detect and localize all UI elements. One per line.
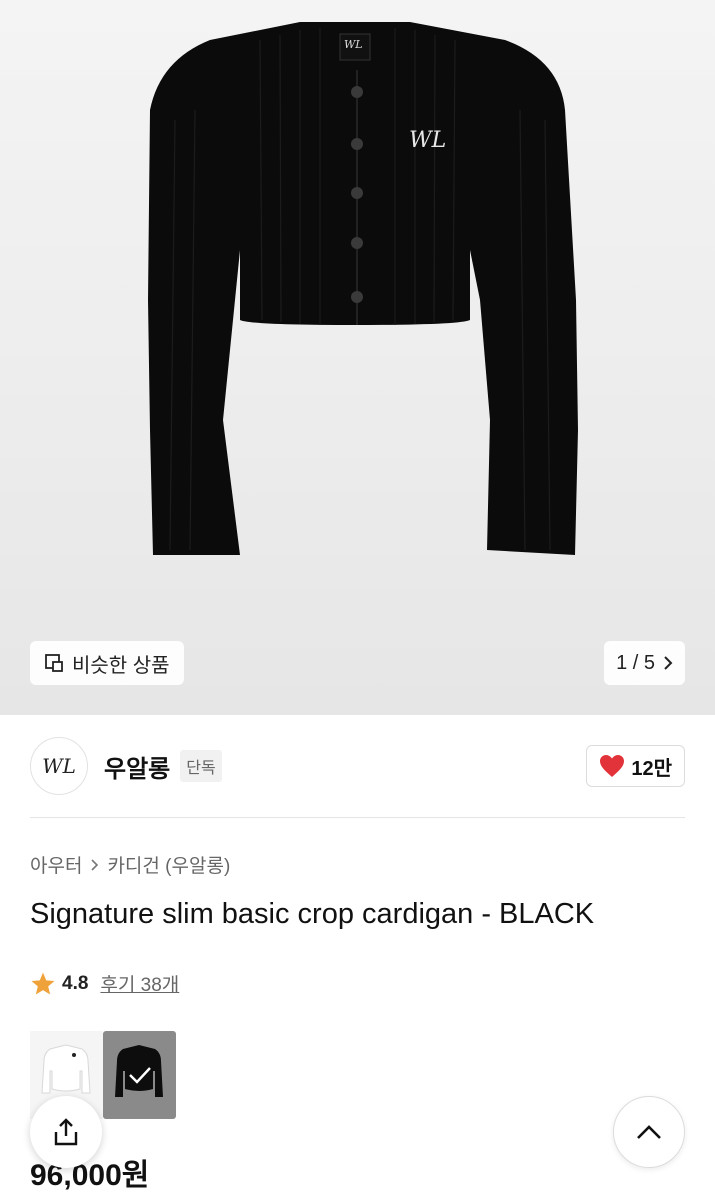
- product-image: [148, 22, 578, 555]
- reviews-link[interactable]: 후기 38개: [100, 970, 179, 997]
- brand-name[interactable]: 우알롱: [104, 749, 170, 784]
- check-icon: [129, 1067, 151, 1084]
- heart-icon: [600, 755, 625, 777]
- like-button[interactable]: 12만: [586, 745, 685, 787]
- chevron-right-icon: [91, 858, 99, 871]
- brand-row: WL 우알롱 단독 12만: [30, 737, 685, 795]
- rating-row: 4.8 후기 38개: [30, 970, 179, 997]
- image-page-counter[interactable]: 1 / 5: [604, 641, 685, 685]
- brand-logo[interactable]: WL: [30, 737, 88, 795]
- star-icon: [31, 972, 55, 995]
- exclusive-badge: 단독: [180, 750, 222, 782]
- breadcrumb-category[interactable]: 아우터: [30, 851, 82, 878]
- chevron-up-icon: [637, 1125, 661, 1139]
- page-counter-text: 1 / 5: [616, 651, 655, 674]
- color-option-black[interactable]: [103, 1031, 176, 1119]
- similar-items-icon: [45, 654, 63, 672]
- chest-logo: WL: [409, 128, 447, 153]
- share-button[interactable]: [30, 1096, 102, 1168]
- brand-logo-text: WL: [42, 754, 76, 778]
- share-icon: [54, 1118, 78, 1146]
- divider: [30, 817, 685, 818]
- rating-value: 4.8: [62, 972, 89, 994]
- product-title: Signature slim basic crop cardigan - BLA…: [30, 898, 595, 930]
- like-count: 12만: [631, 757, 672, 780]
- chevron-right-icon: [664, 656, 673, 670]
- scroll-to-top-button[interactable]: [613, 1096, 685, 1168]
- breadcrumb-subcategory[interactable]: 카디건 (우알롱): [107, 851, 230, 878]
- similar-items-button[interactable]: 비슷한 상품: [30, 641, 184, 685]
- similar-items-label: 비슷한 상품: [72, 654, 170, 677]
- breadcrumb: 아우터 카디건 (우알롱): [30, 851, 230, 878]
- neck-label-logo: WL: [344, 38, 363, 51]
- product-image-carousel[interactable]: WL WL 비슷한 상품 1 / 5: [0, 0, 715, 715]
